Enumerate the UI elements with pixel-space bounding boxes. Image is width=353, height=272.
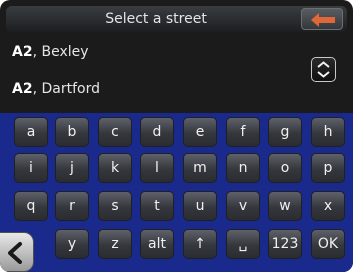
key[interactable]: k (98, 153, 132, 183)
key[interactable]: s (98, 191, 132, 221)
key[interactable]: t (140, 191, 174, 221)
key[interactable]: m (183, 153, 217, 183)
scroll-list-button[interactable] (311, 57, 336, 82)
navigation-screen: Select a street A2, Bexley A2, Dartford … (0, 0, 353, 272)
key[interactable]: y (55, 229, 89, 259)
ok-key[interactable]: OK (311, 229, 345, 259)
street-results-list: A2, Bexley A2, Dartford (6, 36, 306, 106)
header-bar: Select a street (6, 6, 347, 32)
key[interactable]: c (98, 117, 132, 147)
key[interactable]: j (55, 153, 89, 183)
key[interactable]: f (226, 117, 260, 147)
key[interactable]: n (226, 153, 260, 183)
on-screen-keyboard: a b c d e f g h i j k l m n o p q r s t … (0, 113, 353, 272)
key[interactable]: e (183, 117, 217, 147)
nav-back-button[interactable] (0, 232, 34, 272)
key[interactable]: g (268, 117, 302, 147)
result-item[interactable]: A2, Dartford (12, 77, 100, 101)
key[interactable]: b (55, 117, 89, 147)
key[interactable]: h (311, 117, 345, 147)
result-item[interactable]: A2, Bexley (12, 40, 89, 64)
key[interactable]: a (14, 117, 48, 147)
key[interactable]: z (98, 229, 132, 259)
up-down-chevron-icon (317, 61, 330, 78)
key[interactable]: v (226, 191, 260, 221)
key[interactable]: p (311, 153, 345, 183)
key[interactable]: w (268, 191, 302, 221)
alt-key[interactable]: alt (140, 229, 174, 259)
result-place: , Bexley (32, 44, 89, 60)
key[interactable]: o (268, 153, 302, 183)
page-title: Select a street (105, 11, 207, 27)
key[interactable]: x (311, 191, 345, 221)
key[interactable]: i (14, 153, 48, 183)
result-road: A2 (12, 44, 33, 60)
key[interactable]: l (140, 153, 174, 183)
shift-key[interactable]: ↑ (183, 229, 217, 259)
left-arrow-icon (311, 13, 335, 27)
key[interactable]: r (55, 191, 89, 221)
result-road: A2 (12, 81, 33, 97)
key[interactable]: d (140, 117, 174, 147)
key[interactable]: q (14, 191, 48, 221)
key[interactable]: u (183, 191, 217, 221)
back-button[interactable] (301, 8, 343, 30)
chevron-left-icon (8, 242, 22, 264)
space-key[interactable]: ␣ (226, 229, 260, 259)
result-place: , Dartford (32, 81, 100, 97)
numbers-key[interactable]: 123 (268, 229, 302, 259)
